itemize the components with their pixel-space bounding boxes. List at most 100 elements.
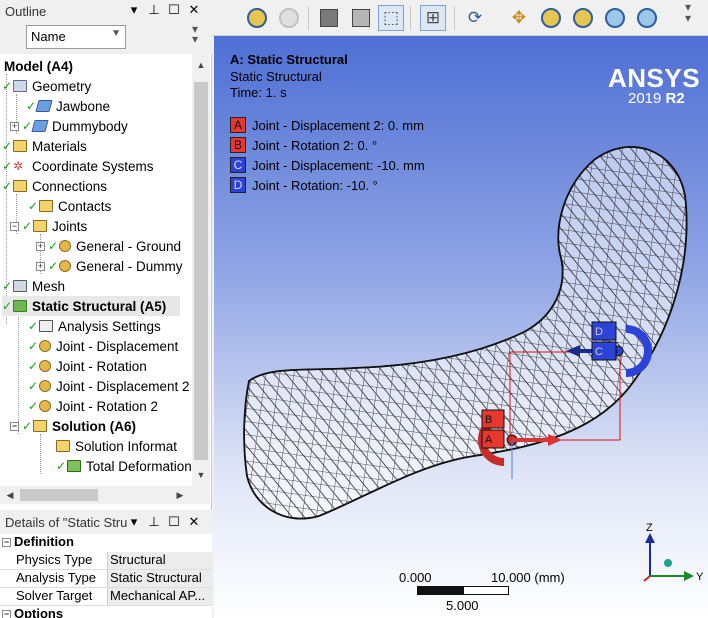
scroll-up-icon[interactable]: ▲ xyxy=(193,56,209,74)
tree-item-jawbone[interactable]: ✓ Jawbone xyxy=(26,96,110,116)
zoom-icon[interactable] xyxy=(538,5,564,31)
tree-item-joint-rotation-2[interactable]: ✓ Joint - Rotation 2 xyxy=(28,396,158,416)
tree-label: Dummybody xyxy=(52,118,128,134)
tree-item-joint-displacement-2[interactable]: ✓ Joint - Displacement 2 xyxy=(28,376,190,396)
joint-icon xyxy=(59,260,71,272)
tree-item-connections[interactable]: ✓ Connections xyxy=(2,176,107,196)
tree-item-joints[interactable]: − ✓ Joints xyxy=(10,216,87,236)
scroll-corner xyxy=(192,486,210,504)
check-icon: ✓ xyxy=(2,159,13,173)
graphics-viewport[interactable]: D C B A A: Static Structural Static Stru… xyxy=(214,36,708,618)
legend-text: Joint - Displacement: -10. mm xyxy=(252,157,425,173)
tree-item-contacts[interactable]: ✓ Contacts xyxy=(28,196,111,216)
tree-item-static-structural[interactable]: ✓ Static Structural (A5) xyxy=(2,296,180,316)
zoom-fit-icon[interactable] xyxy=(602,5,628,31)
outline-horizontal-scrollbar[interactable]: ◀ ▶ xyxy=(0,486,192,504)
scroll-thumb[interactable] xyxy=(194,82,208,460)
rotate-icon[interactable]: ⟳ xyxy=(462,5,488,31)
expand-toolbar-icon[interactable]: ▾ ▾ xyxy=(685,1,691,24)
name-filter-select[interactable]: Name ▼ xyxy=(26,25,126,49)
ansys-version: 2019 R2 xyxy=(628,90,685,107)
zoom-box-icon[interactable] xyxy=(570,5,596,31)
details-key: Physics Type xyxy=(0,552,108,570)
collapse-icon[interactable]: − xyxy=(2,610,11,618)
tree-item-joint-displacement[interactable]: ✓ Joint - Displacement xyxy=(28,336,178,356)
details-row-physics-type[interactable]: Physics Type Structural xyxy=(0,552,212,570)
collapse-icon[interactable]: − xyxy=(10,221,19,231)
zoom-back-icon[interactable] xyxy=(244,5,270,31)
tree-label: Contacts xyxy=(58,198,112,214)
pane-menu-icon[interactable]: ▾ xyxy=(126,2,142,18)
outline-vertical-scrollbar[interactable]: ▲ ▼ xyxy=(192,54,210,486)
scroll-left-icon[interactable]: ◀ xyxy=(2,486,18,504)
pin-icon[interactable]: ⊥ xyxy=(146,2,162,18)
body-icon xyxy=(31,120,49,132)
tree-item-coordinate-systems[interactable]: ✓ ✲ Coordinate Systems xyxy=(2,156,154,176)
tree-item-general-dummy[interactable]: + ✓ General - Dummy xyxy=(36,256,183,276)
svg-text:D: D xyxy=(595,326,603,338)
coordinate-triad[interactable]: Z Y xyxy=(638,521,708,591)
tree-item-joint-rotation[interactable]: ✓ Joint - Rotation xyxy=(28,356,147,376)
tree-item-total-deformation[interactable]: ✓ Total Deformation xyxy=(56,456,192,476)
expand-icon[interactable]: + xyxy=(36,261,45,271)
light-cube-icon[interactable] xyxy=(348,5,374,31)
tree-item-solution-information[interactable]: Solution Informat xyxy=(56,436,177,456)
joint-load-icon xyxy=(39,400,51,412)
select-mode-icon[interactable]: ⬚ xyxy=(378,5,404,31)
tree-item-materials[interactable]: ✓ Materials xyxy=(2,136,87,156)
tree-label: General - Ground xyxy=(76,238,182,254)
outline-filter-bar: Name ▼ ▾ ▾ xyxy=(0,22,212,54)
legend-swatch: D xyxy=(230,177,246,193)
graphics-toolbar: ⬚ ⊞ ⟳ ✥ ▾ ▾ xyxy=(212,0,708,36)
svg-text:B: B xyxy=(485,414,492,426)
pan-icon[interactable]: ✥ xyxy=(506,5,532,31)
joint-load-icon xyxy=(39,380,51,392)
pin-icon[interactable]: ⊥ xyxy=(146,514,162,530)
close-icon[interactable]: ✕ xyxy=(186,2,202,18)
tree-label: General - Dummy xyxy=(76,258,183,274)
scale-right-label: 10.000 (mm) xyxy=(491,570,565,585)
close-icon[interactable]: ✕ xyxy=(186,514,202,530)
coordinate-system-icon: ✲ xyxy=(13,159,24,173)
details-value[interactable]: Mechanical AP... xyxy=(108,588,212,606)
maximize-icon[interactable]: ☐ xyxy=(166,514,182,530)
tree-item-geometry[interactable]: ✓ Geometry xyxy=(2,76,91,96)
details-value[interactable]: Static Structural xyxy=(108,570,212,588)
tree-item-general-ground[interactable]: + ✓ General - Ground xyxy=(36,236,181,256)
zoom-forward-icon[interactable] xyxy=(276,5,302,31)
collapse-icon[interactable]: − xyxy=(10,421,19,431)
tree-item-mesh[interactable]: ✓ Mesh xyxy=(2,276,65,296)
check-icon: ✓ xyxy=(28,399,39,413)
details-row-solver-target[interactable]: Solver Target Mechanical AP... xyxy=(0,588,212,606)
scroll-right-icon[interactable]: ▶ xyxy=(172,486,188,504)
box-select-icon[interactable]: ⊞ xyxy=(420,5,446,31)
expand-icon[interactable]: + xyxy=(36,241,45,251)
tree-item-solution[interactable]: − ✓ Solution (A6) xyxy=(10,416,136,436)
tree-item-analysis-settings[interactable]: ✓ Analysis Settings xyxy=(28,316,161,336)
tree-item-model[interactable]: Model (A4) xyxy=(4,56,73,76)
maximize-icon[interactable]: ☐ xyxy=(166,2,182,18)
details-key: Analysis Type xyxy=(0,570,108,588)
scroll-thumb[interactable] xyxy=(20,489,98,501)
expand-toolbar-icon[interactable]: ▾ ▾ xyxy=(192,23,198,45)
details-section-options[interactable]: − Options xyxy=(0,606,212,618)
details-section-definition[interactable]: − Definition xyxy=(0,534,212,552)
details-value[interactable]: Structural xyxy=(108,552,212,570)
legend-text: Joint - Rotation: -10. ° xyxy=(252,177,378,193)
legend-item-d: D Joint - Rotation: -10. ° xyxy=(230,176,378,194)
shaded-cube-icon[interactable] xyxy=(316,5,342,31)
check-icon: ✓ xyxy=(28,379,39,393)
tree-label: Mesh xyxy=(32,278,66,294)
joint-load-icon xyxy=(39,360,51,372)
tree-label: Coordinate Systems xyxy=(32,158,154,174)
details-row-analysis-type[interactable]: Analysis Type Static Structural xyxy=(0,570,212,588)
scroll-down-icon[interactable]: ▼ xyxy=(193,466,209,484)
expand-icon[interactable]: + xyxy=(10,121,19,131)
tree-item-dummybody[interactable]: + ✓ Dummybody xyxy=(10,116,128,136)
zoom-visible-icon[interactable] xyxy=(634,5,660,31)
triad-z-label: Z xyxy=(646,522,653,534)
folder-icon xyxy=(39,200,53,212)
version-release: R2 xyxy=(665,90,685,107)
collapse-icon[interactable]: − xyxy=(2,538,11,547)
pane-menu-icon[interactable]: ▾ xyxy=(126,514,142,530)
